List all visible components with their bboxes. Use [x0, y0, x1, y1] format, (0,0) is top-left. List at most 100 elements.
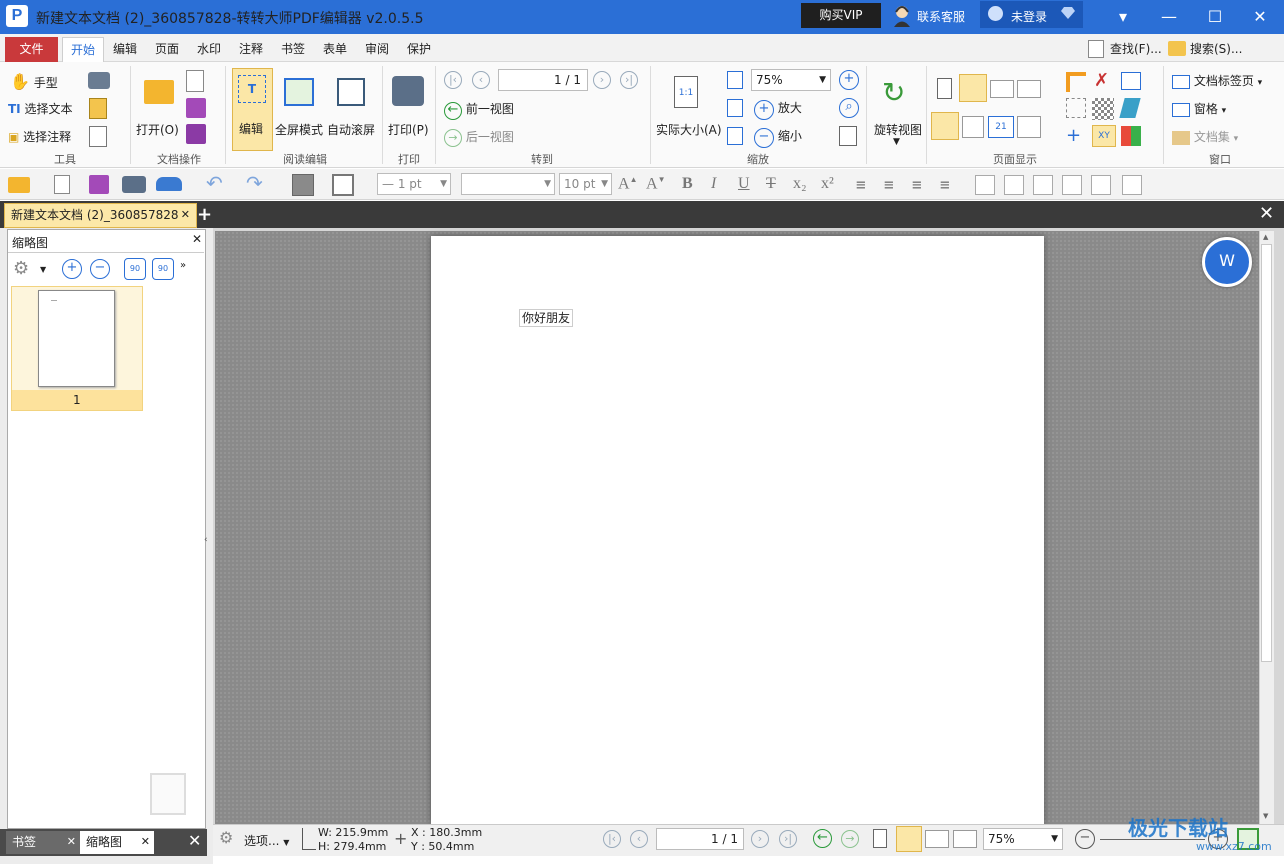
find-button[interactable]: 查找(F)... [1088, 38, 1162, 60]
select-annotation-button[interactable]: ▣ 选择注释 [8, 128, 71, 145]
coordinates-icon[interactable]: XY [1092, 125, 1116, 147]
zoom-in-quick-icon[interactable]: + [839, 70, 859, 90]
actual-size-button[interactable]: 实际大小(A) [656, 121, 722, 138]
settings-gear-icon[interactable]: ⚙ [13, 258, 29, 279]
text-style-icon[interactable] [975, 175, 995, 195]
tab-review[interactable]: 审阅 [360, 37, 394, 62]
align-left-icon[interactable]: ≡ [856, 175, 866, 194]
printer-icon[interactable] [122, 176, 146, 193]
zoom-out-button[interactable]: − 缩小 [754, 127, 802, 148]
page-text-box[interactable]: 你好朋友 [519, 309, 574, 327]
rotate-left-icon[interactable]: 90 [124, 258, 146, 280]
scroll-up-icon[interactable]: ▲ [1263, 233, 1268, 241]
fit-visible-icon[interactable] [727, 127, 743, 145]
clipboard-icon[interactable] [89, 98, 107, 119]
options-menu[interactable]: 选项... ▼ [244, 832, 289, 849]
zoom-area-icon[interactable] [839, 126, 857, 146]
justify-icon[interactable]: ≡ [940, 175, 950, 194]
doc-set-button[interactable]: 文档集 ▾ [1172, 128, 1238, 145]
marquee-icon[interactable] [1066, 98, 1086, 118]
text-style-icon[interactable] [1004, 175, 1024, 195]
prev-page-icon[interactable]: ‹ [472, 71, 490, 89]
fullscreen-button[interactable]: 全屏模式 [275, 121, 323, 138]
prev-page-icon[interactable]: ‹ [630, 830, 648, 848]
next-view-button[interactable]: → 后一视图 [444, 128, 514, 147]
tab-bookmark[interactable]: 书签 [276, 37, 310, 62]
status-zoom-out-icon[interactable]: − [1075, 829, 1095, 849]
properties-icon[interactable] [1122, 175, 1142, 195]
strikethrough-icon[interactable]: T [766, 175, 776, 193]
snapshot-camera-icon[interactable] [88, 72, 110, 89]
document-settings-icon[interactable] [89, 126, 107, 147]
cloud-upload-icon[interactable] [156, 177, 182, 191]
scrollbar-thumb[interactable] [1261, 244, 1272, 662]
facing-page-icon[interactable] [990, 80, 1014, 98]
continuous-facing-icon[interactable] [953, 830, 977, 848]
zoom-select[interactable]: 75% ▼ [751, 69, 831, 91]
decrease-font-icon[interactable]: A▼ [646, 175, 665, 193]
last-page-icon[interactable]: ›| [779, 830, 797, 848]
close-tab-icon[interactable]: ✕ [181, 204, 190, 226]
line-width-select[interactable]: — 1 pt ▼ [377, 173, 451, 195]
print-button[interactable]: 打印(P) [388, 121, 429, 138]
cover-page-icon[interactable] [962, 116, 984, 138]
thumb-zoom-in-icon[interactable]: + [62, 259, 82, 279]
transparency-grid-icon[interactable] [1092, 98, 1114, 120]
scroll-down-icon[interactable]: ▼ [1263, 812, 1268, 820]
single-page-icon[interactable] [873, 829, 887, 848]
edit-mode-button[interactable]: T 编辑 [232, 68, 273, 151]
search-button[interactable]: 搜索(S)... [1168, 38, 1242, 60]
status-zoom-select[interactable]: 75% ▼ [983, 828, 1063, 850]
continuous-facing-icon[interactable] [1017, 80, 1041, 98]
thumbnail-page-image[interactable] [38, 290, 115, 387]
prev-view-button[interactable]: ← 前一视图 [444, 100, 514, 120]
text-style-icon[interactable] [1033, 175, 1053, 195]
tab-annotate[interactable]: 注释 [234, 37, 268, 62]
superscript-icon[interactable]: x² [821, 175, 834, 193]
next-page-icon[interactable]: › [593, 71, 611, 89]
goto-page-input[interactable]: 1 / 1 [498, 69, 588, 91]
save-as-icon[interactable] [186, 124, 206, 144]
tab-page[interactable]: 页面 [150, 37, 184, 62]
close-tab-icon[interactable]: ✕ [141, 831, 150, 853]
doc-tabs-button[interactable]: 文档标签页 ▾ [1172, 72, 1262, 89]
close-window-button[interactable]: ✕ [1244, 3, 1276, 30]
document-tab[interactable]: 新建文本文档 (2)_360857828 ✕ [4, 203, 197, 228]
select-text-button[interactable]: TI 选择文本 [8, 100, 73, 117]
align-center-icon[interactable]: ≡ [884, 175, 894, 194]
chevron-down-icon[interactable]: ▼ [40, 265, 46, 274]
split-view-icon[interactable] [931, 112, 959, 140]
fit-page-icon[interactable] [727, 71, 743, 89]
tab-watermark[interactable]: 水印 [192, 37, 226, 62]
color-grid-icon[interactable] [1121, 126, 1141, 146]
window-menu-button[interactable]: ▾ [1107, 3, 1139, 30]
last-page-icon[interactable]: ›| [620, 71, 638, 89]
close-panel-icon[interactable]: ✕ [192, 232, 202, 246]
font-name-select[interactable]: ▼ [461, 173, 555, 195]
continuous-page-icon[interactable] [959, 74, 987, 102]
italic-icon[interactable]: I [711, 175, 716, 193]
fit-width-icon[interactable] [727, 99, 743, 117]
cut-icon[interactable]: ✗ [1094, 70, 1109, 91]
fill-color-icon[interactable] [292, 174, 314, 196]
single-page-icon[interactable] [937, 78, 952, 99]
grid-icon[interactable] [1121, 72, 1141, 90]
continuous-page-icon[interactable] [896, 826, 922, 852]
save-icon[interactable] [89, 175, 109, 194]
options-gear-icon[interactable]: ⚙ [219, 828, 233, 847]
user-login-label[interactable]: 未登录 [1011, 8, 1047, 25]
back-arrow-icon[interactable]: ← [813, 829, 832, 848]
text-style-icon[interactable] [1091, 175, 1111, 195]
collapse-panel-handle[interactable]: ‹ [204, 510, 212, 570]
undo-icon[interactable]: ↶ [206, 171, 223, 195]
close-document-icon[interactable]: ✕ [1259, 203, 1274, 224]
crop-icon[interactable] [1066, 72, 1086, 92]
new-document-icon[interactable] [186, 70, 204, 92]
magnifier-icon[interactable]: ⌕ [839, 98, 859, 118]
tab-form[interactable]: 表单 [318, 37, 352, 62]
rotate-view-button[interactable]: 旋转视图 [874, 121, 922, 138]
tab-start[interactable]: 开始 [62, 37, 104, 62]
chevron-down-icon[interactable]: ▼ [893, 137, 900, 147]
first-page-icon[interactable]: |‹ [603, 830, 621, 848]
panes-button[interactable]: 窗格 ▾ [1172, 100, 1226, 117]
